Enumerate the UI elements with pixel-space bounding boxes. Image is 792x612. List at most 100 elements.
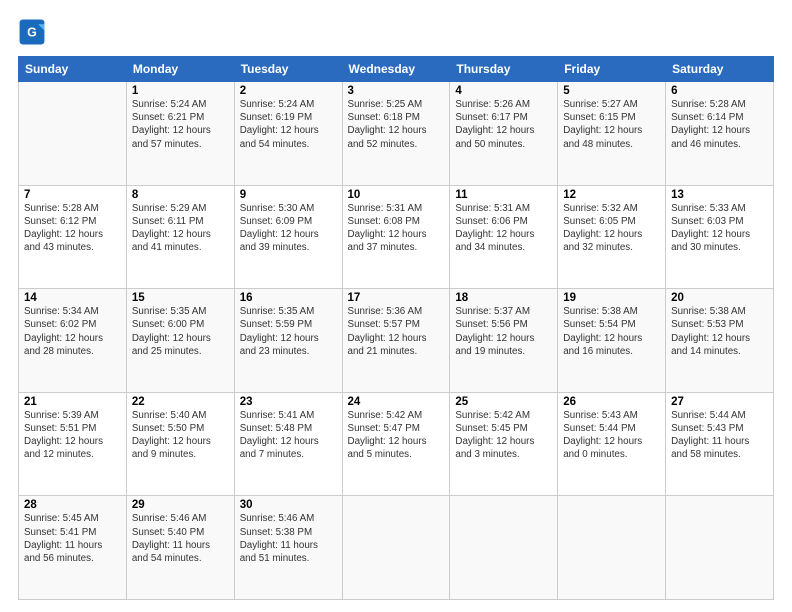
day-number: 18 xyxy=(455,292,552,304)
calendar-table: SundayMondayTuesdayWednesdayThursdayFrid… xyxy=(18,56,774,600)
day-info: Sunrise: 5:37 AMSunset: 5:56 PMDaylight:… xyxy=(455,305,552,358)
day-cell: 6Sunrise: 5:28 AMSunset: 6:14 PMDaylight… xyxy=(666,82,774,186)
day-number: 14 xyxy=(24,292,121,304)
day-info: Sunrise: 5:30 AMSunset: 6:09 PMDaylight:… xyxy=(240,202,337,255)
day-number: 4 xyxy=(455,85,552,97)
day-cell: 5Sunrise: 5:27 AMSunset: 6:15 PMDaylight… xyxy=(558,82,666,186)
day-cell: 9Sunrise: 5:30 AMSunset: 6:09 PMDaylight… xyxy=(234,185,342,289)
day-cell: 25Sunrise: 5:42 AMSunset: 5:45 PMDayligh… xyxy=(450,392,558,496)
day-cell: 16Sunrise: 5:35 AMSunset: 5:59 PMDayligh… xyxy=(234,289,342,393)
day-number: 9 xyxy=(240,189,337,201)
day-number: 2 xyxy=(240,85,337,97)
day-cell: 24Sunrise: 5:42 AMSunset: 5:47 PMDayligh… xyxy=(342,392,450,496)
week-row-4: 21Sunrise: 5:39 AMSunset: 5:51 PMDayligh… xyxy=(19,392,774,496)
day-cell: 2Sunrise: 5:24 AMSunset: 6:19 PMDaylight… xyxy=(234,82,342,186)
header-cell-sunday: Sunday xyxy=(19,57,127,82)
day-number: 23 xyxy=(240,396,337,408)
day-number: 28 xyxy=(24,499,121,511)
day-number: 13 xyxy=(671,189,768,201)
day-number: 10 xyxy=(348,189,445,201)
day-info: Sunrise: 5:34 AMSunset: 6:02 PMDaylight:… xyxy=(24,305,121,358)
day-number: 26 xyxy=(563,396,660,408)
day-info: Sunrise: 5:36 AMSunset: 5:57 PMDaylight:… xyxy=(348,305,445,358)
day-cell: 21Sunrise: 5:39 AMSunset: 5:51 PMDayligh… xyxy=(19,392,127,496)
day-number: 11 xyxy=(455,189,552,201)
day-cell: 26Sunrise: 5:43 AMSunset: 5:44 PMDayligh… xyxy=(558,392,666,496)
day-info: Sunrise: 5:33 AMSunset: 6:03 PMDaylight:… xyxy=(671,202,768,255)
header-cell-friday: Friday xyxy=(558,57,666,82)
day-info: Sunrise: 5:24 AMSunset: 6:19 PMDaylight:… xyxy=(240,98,337,151)
week-row-5: 28Sunrise: 5:45 AMSunset: 5:41 PMDayligh… xyxy=(19,496,774,600)
header-cell-saturday: Saturday xyxy=(666,57,774,82)
day-info: Sunrise: 5:42 AMSunset: 5:45 PMDaylight:… xyxy=(455,409,552,462)
day-info: Sunrise: 5:25 AMSunset: 6:18 PMDaylight:… xyxy=(348,98,445,151)
day-cell: 1Sunrise: 5:24 AMSunset: 6:21 PMDaylight… xyxy=(126,82,234,186)
day-info: Sunrise: 5:38 AMSunset: 5:54 PMDaylight:… xyxy=(563,305,660,358)
day-number: 3 xyxy=(348,85,445,97)
day-info: Sunrise: 5:28 AMSunset: 6:12 PMDaylight:… xyxy=(24,202,121,255)
day-cell: 4Sunrise: 5:26 AMSunset: 6:17 PMDaylight… xyxy=(450,82,558,186)
day-cell xyxy=(450,496,558,600)
day-number: 8 xyxy=(132,189,229,201)
day-number: 19 xyxy=(563,292,660,304)
day-info: Sunrise: 5:31 AMSunset: 6:08 PMDaylight:… xyxy=(348,202,445,255)
day-cell: 7Sunrise: 5:28 AMSunset: 6:12 PMDaylight… xyxy=(19,185,127,289)
day-info: Sunrise: 5:46 AMSunset: 5:38 PMDaylight:… xyxy=(240,512,337,565)
day-info: Sunrise: 5:35 AMSunset: 6:00 PMDaylight:… xyxy=(132,305,229,358)
day-info: Sunrise: 5:39 AMSunset: 5:51 PMDaylight:… xyxy=(24,409,121,462)
day-number: 7 xyxy=(24,189,121,201)
day-number: 24 xyxy=(348,396,445,408)
day-info: Sunrise: 5:46 AMSunset: 5:40 PMDaylight:… xyxy=(132,512,229,565)
header-row: SundayMondayTuesdayWednesdayThursdayFrid… xyxy=(19,57,774,82)
day-number: 29 xyxy=(132,499,229,511)
day-cell xyxy=(19,82,127,186)
day-number: 17 xyxy=(348,292,445,304)
header-cell-thursday: Thursday xyxy=(450,57,558,82)
day-number: 16 xyxy=(240,292,337,304)
day-info: Sunrise: 5:38 AMSunset: 5:53 PMDaylight:… xyxy=(671,305,768,358)
day-cell: 13Sunrise: 5:33 AMSunset: 6:03 PMDayligh… xyxy=(666,185,774,289)
day-number: 15 xyxy=(132,292,229,304)
day-number: 12 xyxy=(563,189,660,201)
day-cell: 10Sunrise: 5:31 AMSunset: 6:08 PMDayligh… xyxy=(342,185,450,289)
header: G xyxy=(18,18,774,46)
day-info: Sunrise: 5:41 AMSunset: 5:48 PMDaylight:… xyxy=(240,409,337,462)
day-cell: 15Sunrise: 5:35 AMSunset: 6:00 PMDayligh… xyxy=(126,289,234,393)
day-info: Sunrise: 5:43 AMSunset: 5:44 PMDaylight:… xyxy=(563,409,660,462)
header-cell-monday: Monday xyxy=(126,57,234,82)
day-cell: 12Sunrise: 5:32 AMSunset: 6:05 PMDayligh… xyxy=(558,185,666,289)
day-info: Sunrise: 5:40 AMSunset: 5:50 PMDaylight:… xyxy=(132,409,229,462)
day-cell xyxy=(342,496,450,600)
day-cell: 20Sunrise: 5:38 AMSunset: 5:53 PMDayligh… xyxy=(666,289,774,393)
day-cell: 28Sunrise: 5:45 AMSunset: 5:41 PMDayligh… xyxy=(19,496,127,600)
day-number: 22 xyxy=(132,396,229,408)
day-cell: 29Sunrise: 5:46 AMSunset: 5:40 PMDayligh… xyxy=(126,496,234,600)
day-cell: 8Sunrise: 5:29 AMSunset: 6:11 PMDaylight… xyxy=(126,185,234,289)
header-cell-wednesday: Wednesday xyxy=(342,57,450,82)
week-row-2: 7Sunrise: 5:28 AMSunset: 6:12 PMDaylight… xyxy=(19,185,774,289)
day-info: Sunrise: 5:28 AMSunset: 6:14 PMDaylight:… xyxy=(671,98,768,151)
svg-text:G: G xyxy=(27,26,37,40)
day-number: 27 xyxy=(671,396,768,408)
calendar-page: G SundayMondayTuesdayWednesdayThursdayFr… xyxy=(0,0,792,612)
header-cell-tuesday: Tuesday xyxy=(234,57,342,82)
day-cell: 14Sunrise: 5:34 AMSunset: 6:02 PMDayligh… xyxy=(19,289,127,393)
logo-icon: G xyxy=(18,18,46,46)
day-info: Sunrise: 5:27 AMSunset: 6:15 PMDaylight:… xyxy=(563,98,660,151)
day-info: Sunrise: 5:44 AMSunset: 5:43 PMDaylight:… xyxy=(671,409,768,462)
day-cell: 23Sunrise: 5:41 AMSunset: 5:48 PMDayligh… xyxy=(234,392,342,496)
day-cell: 17Sunrise: 5:36 AMSunset: 5:57 PMDayligh… xyxy=(342,289,450,393)
logo: G xyxy=(18,18,50,46)
day-cell: 11Sunrise: 5:31 AMSunset: 6:06 PMDayligh… xyxy=(450,185,558,289)
day-cell: 3Sunrise: 5:25 AMSunset: 6:18 PMDaylight… xyxy=(342,82,450,186)
day-info: Sunrise: 5:24 AMSunset: 6:21 PMDaylight:… xyxy=(132,98,229,151)
day-cell: 19Sunrise: 5:38 AMSunset: 5:54 PMDayligh… xyxy=(558,289,666,393)
day-number: 1 xyxy=(132,85,229,97)
day-info: Sunrise: 5:45 AMSunset: 5:41 PMDaylight:… xyxy=(24,512,121,565)
day-cell: 30Sunrise: 5:46 AMSunset: 5:38 PMDayligh… xyxy=(234,496,342,600)
week-row-3: 14Sunrise: 5:34 AMSunset: 6:02 PMDayligh… xyxy=(19,289,774,393)
day-number: 30 xyxy=(240,499,337,511)
day-cell: 18Sunrise: 5:37 AMSunset: 5:56 PMDayligh… xyxy=(450,289,558,393)
day-number: 5 xyxy=(563,85,660,97)
day-number: 21 xyxy=(24,396,121,408)
